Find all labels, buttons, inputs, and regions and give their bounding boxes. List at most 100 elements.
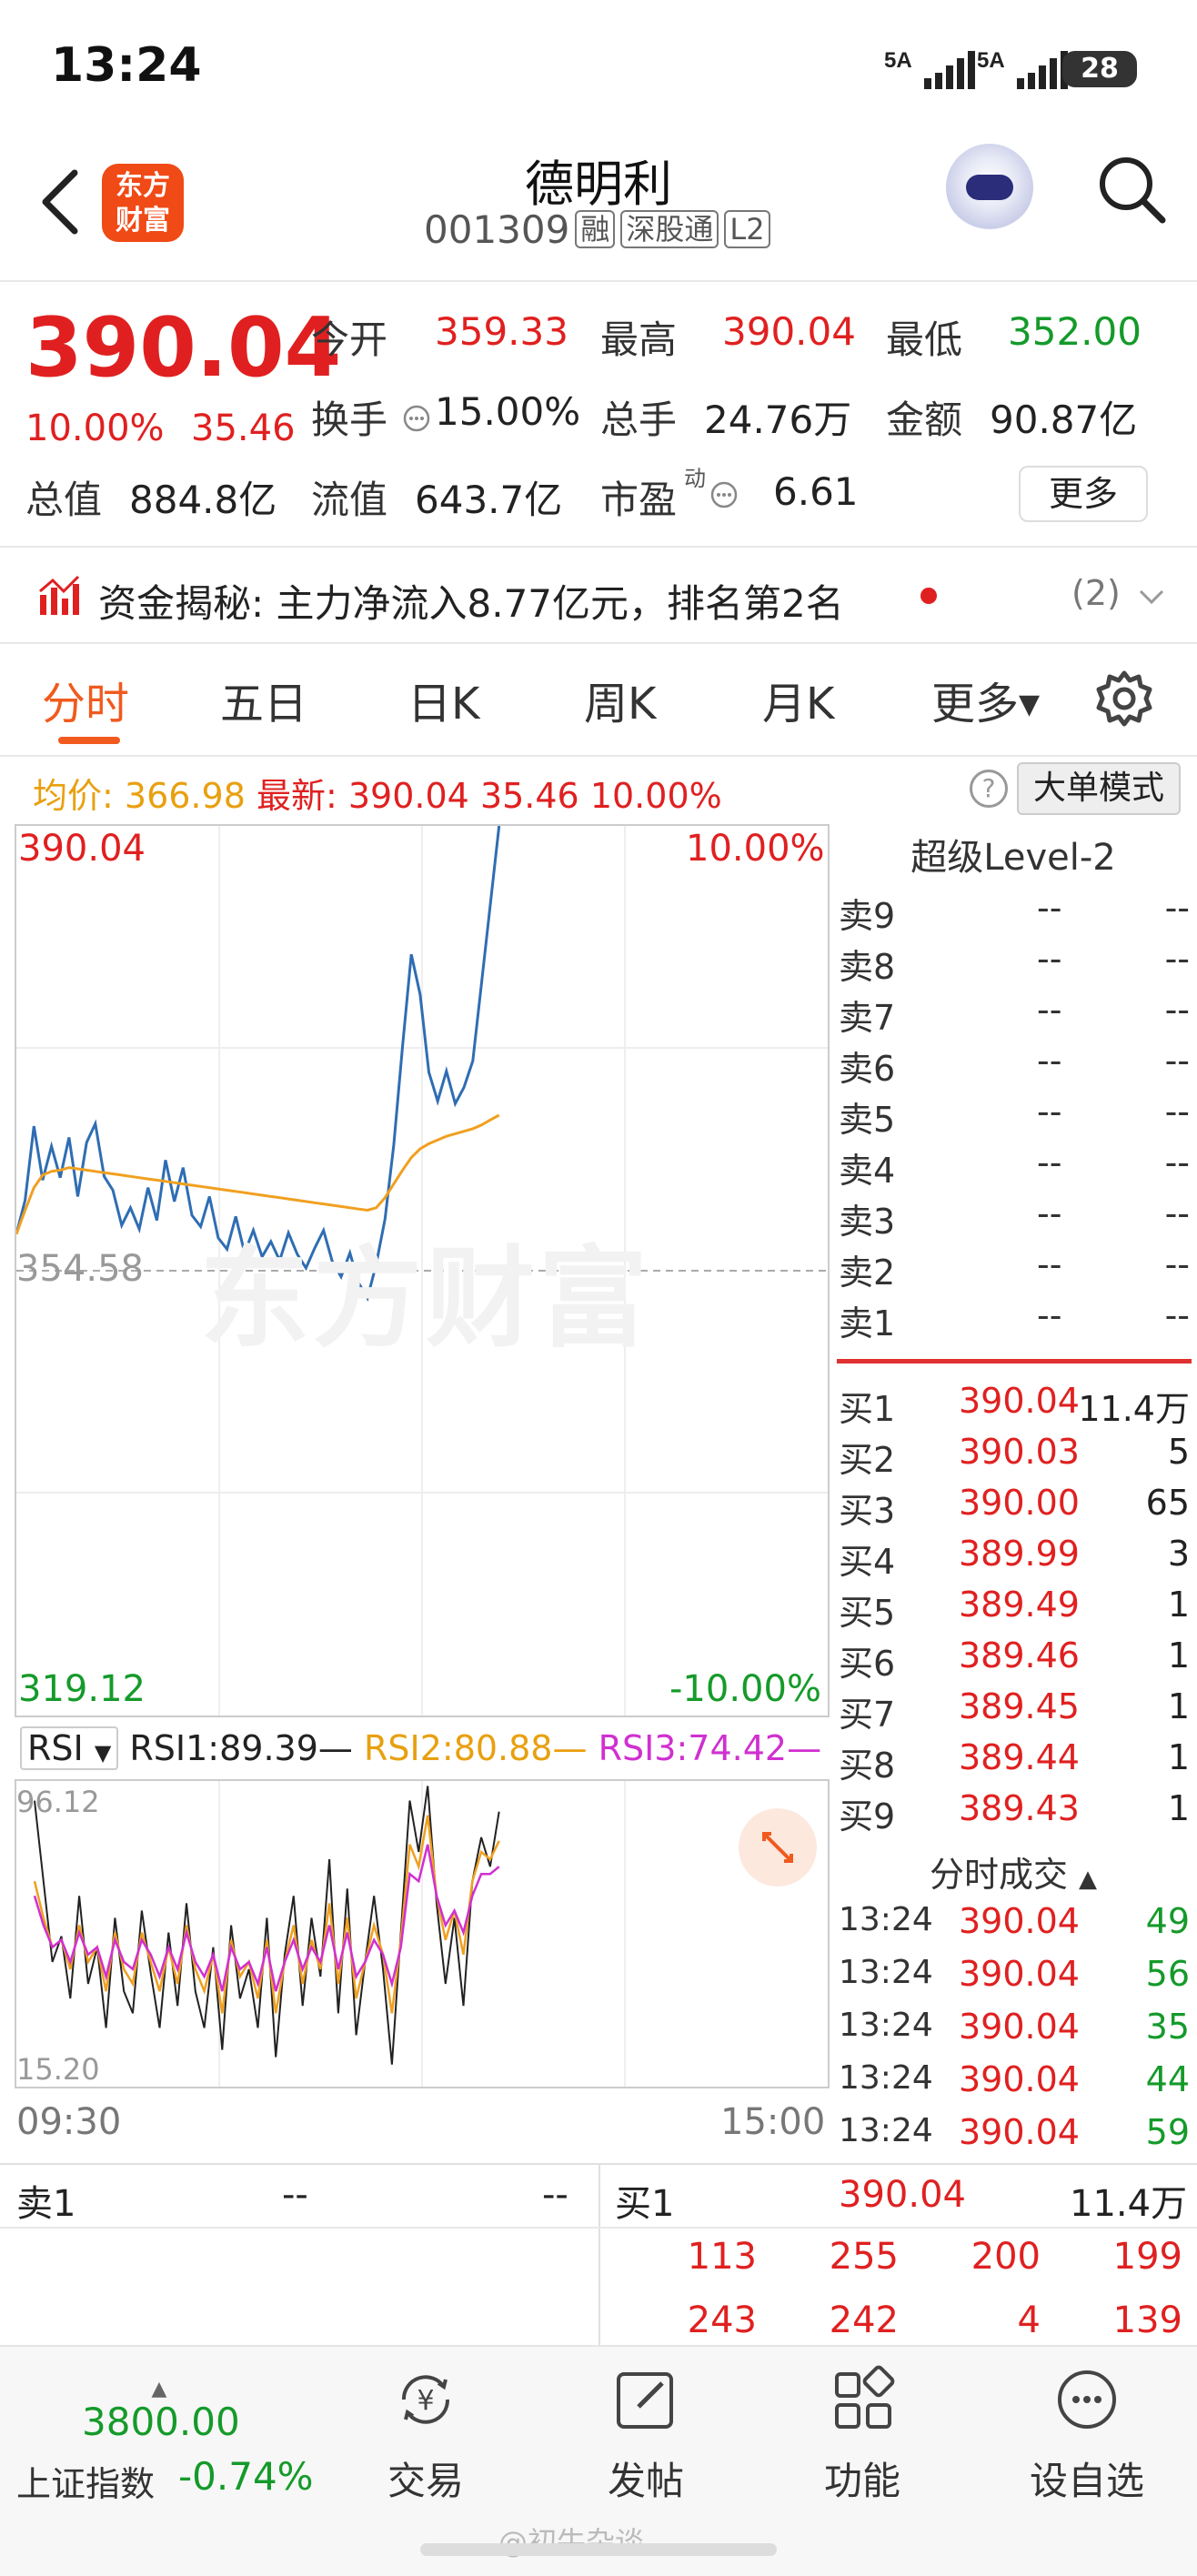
- bid-row[interactable]: 买3 390.00 65: [837, 1483, 1193, 1534]
- trade-row[interactable]: 13:24 390.04 44: [837, 2059, 1193, 2110]
- info-dots-icon: [710, 481, 738, 508]
- ask-volume: --: [1164, 1244, 1190, 1284]
- bid-volume: 1: [1167, 1686, 1190, 1726]
- trades-title[interactable]: 分时成交 ▲: [837, 1846, 1190, 1897]
- queue-order: 255: [829, 2236, 899, 2278]
- indicator-select[interactable]: RSI ▼: [20, 1726, 119, 1770]
- nav-trade[interactable]: ¥ 交易: [364, 2347, 488, 2529]
- clock: 13:24: [51, 38, 202, 93]
- rsi1-value: RSI1:89.39: [129, 1728, 318, 1768]
- bid-price: 389.44: [959, 1737, 1080, 1777]
- book-divider: [837, 1359, 1192, 1363]
- ask-price: --: [1037, 990, 1062, 1030]
- rsi2-line: [33, 1815, 500, 2014]
- tab-more[interactable]: 更多▼: [931, 668, 1040, 731]
- rsi-panel: [15, 1779, 830, 2088]
- ask-price: --: [1037, 939, 1062, 979]
- tab-monthly-k[interactable]: 月K: [762, 668, 834, 731]
- expand-icon[interactable]: [739, 1808, 817, 1887]
- rsi-ymin: 15.20: [16, 2052, 100, 2087]
- ask-row[interactable]: 卖6 -- --: [837, 1041, 1193, 1092]
- big-order-mode-button[interactable]: 大单模式: [1017, 762, 1181, 815]
- nav-add-watchlist[interactable]: 设自选: [1019, 2347, 1155, 2529]
- trade-price: 390.04: [959, 2059, 1080, 2099]
- ask-row[interactable]: 卖4 -- --: [837, 1142, 1193, 1193]
- queue-order: 4: [1017, 2299, 1041, 2341]
- bid-price: 389.45: [959, 1686, 1080, 1726]
- level2-title[interactable]: 超级Level-2: [837, 828, 1190, 880]
- help-icon[interactable]: ?: [970, 770, 1008, 808]
- trade-row[interactable]: 13:24 390.04 56: [837, 1954, 1193, 2005]
- ask-label: 卖3: [839, 1202, 896, 1242]
- ask-row[interactable]: 卖7 -- --: [837, 990, 1193, 1041]
- info-dots-icon: [403, 405, 430, 432]
- ask-label: 卖6: [839, 1049, 896, 1089]
- bid-row[interactable]: 买6 389.46 1: [837, 1635, 1193, 1686]
- ask-row[interactable]: 卖1 -- --: [837, 1295, 1193, 1346]
- trade-price: 390.04: [959, 1901, 1080, 1941]
- bid-price: 389.43: [959, 1788, 1080, 1828]
- x-axis-end: 15:00: [720, 2101, 826, 2143]
- bid-row[interactable]: 买7 389.45 1: [837, 1686, 1193, 1737]
- ask-row[interactable]: 卖3 -- --: [837, 1193, 1193, 1244]
- index-pct: -0.74%: [178, 2454, 314, 2499]
- bid-row[interactable]: 买8 389.44 1: [837, 1737, 1193, 1788]
- rsi2-value: RSI2:80.88: [363, 1728, 553, 1768]
- tab-weekly-k[interactable]: 周K: [584, 668, 656, 731]
- bid-volume: 1: [1167, 1788, 1190, 1828]
- rsi3-value: RSI3:74.42: [598, 1728, 788, 1768]
- ask-label: 卖7: [839, 998, 896, 1038]
- bid-row[interactable]: 买1 390.04 11.4万: [837, 1381, 1193, 1432]
- queue-order: 113: [687, 2236, 757, 2278]
- ask-row[interactable]: 卖8 -- --: [837, 939, 1193, 990]
- nav-post[interactable]: 发帖: [584, 2347, 708, 2529]
- nav-functions[interactable]: 功能: [800, 2347, 924, 2529]
- svg-text:5A: 5A: [977, 48, 1005, 73]
- tab-daily-k[interactable]: 日K: [407, 668, 479, 731]
- assistant-avatar[interactable]: [946, 144, 1033, 231]
- ask-volume: --: [1164, 1092, 1190, 1132]
- ask-row[interactable]: 卖5 -- --: [837, 1092, 1193, 1142]
- bid-volume: 1: [1167, 1585, 1190, 1625]
- tab-five-day[interactable]: 五日: [220, 668, 307, 731]
- ask-label: 卖4: [839, 1151, 896, 1191]
- ask-volume: --: [1164, 888, 1190, 928]
- change-percent: 10.00%: [25, 408, 165, 449]
- bid-row[interactable]: 买2 390.03 5: [837, 1432, 1193, 1483]
- bid-row[interactable]: 买9 389.43 1: [837, 1788, 1193, 1839]
- pe-label: 市盈: [600, 478, 678, 522]
- home-indicator[interactable]: [420, 2543, 777, 2556]
- bid-row[interactable]: 买4 389.99 3: [837, 1534, 1193, 1585]
- trade-row[interactable]: 13:24 390.04 49: [837, 1901, 1193, 1952]
- low-value: 352.00: [1008, 309, 1142, 354]
- trade-row[interactable]: 13:24 390.04 35: [837, 2007, 1193, 2058]
- bid-volume: 65: [1145, 1483, 1190, 1523]
- tab-intraday[interactable]: 分时: [42, 668, 129, 731]
- index-name[interactable]: 上证指数: [16, 2456, 155, 2506]
- more-quote-button[interactable]: 更多: [1019, 466, 1148, 522]
- bid-label: 买6: [839, 1644, 896, 1684]
- trade-time: 13:24: [839, 2059, 933, 2097]
- queue-order: 243: [687, 2299, 757, 2341]
- ask-volume: --: [1164, 990, 1190, 1030]
- trade-row[interactable]: 13:24 390.04 59: [837, 2112, 1193, 2163]
- bid-label: 买7: [839, 1695, 896, 1735]
- pe-value: 6.61: [773, 469, 859, 514]
- ask-row[interactable]: 卖2 -- --: [837, 1244, 1193, 1295]
- board-sell-label: 卖1: [16, 2183, 76, 2225]
- search-icon[interactable]: [1095, 153, 1168, 226]
- chevron-down-icon[interactable]: [1137, 586, 1166, 608]
- ask-label: 卖9: [839, 896, 896, 936]
- turnover-value: 15.00%: [435, 389, 581, 434]
- high-label: 最高: [600, 317, 678, 362]
- ask-row[interactable]: 卖9 -- --: [837, 888, 1193, 939]
- current-price: 390.04: [25, 300, 342, 396]
- high-value: 390.04: [722, 309, 856, 354]
- amount-label: 金额: [886, 397, 963, 442]
- stock-code-row: 001309 融深股通 L2: [424, 207, 770, 252]
- ask-label: 卖2: [839, 1253, 896, 1293]
- fund-flow-news[interactable]: 资金揭秘: 主力净流入8.77亿元，排名第2名: [98, 573, 844, 629]
- bid-row[interactable]: 买5 389.49 1: [837, 1585, 1193, 1635]
- index-value[interactable]: 3800.00: [82, 2400, 240, 2444]
- gear-icon[interactable]: [1093, 668, 1155, 730]
